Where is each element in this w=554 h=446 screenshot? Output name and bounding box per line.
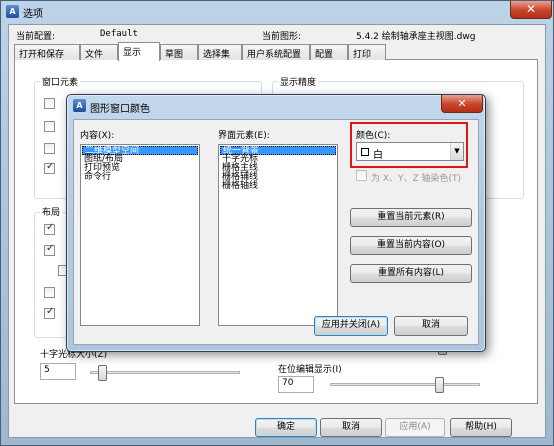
cancel-button[interactable]: 取消 [320, 418, 382, 437]
color-combobox[interactable]: 白 ▼ [356, 142, 464, 161]
tab-files[interactable]: 文件 [80, 44, 118, 60]
tab-user-preferences[interactable]: 用户系统配置 [242, 44, 310, 60]
current-drawing-value: 5.4.2 绘制轴承座主视图.dwg [356, 32, 476, 42]
inplace-edit-label: 在位编辑显示(I) [278, 365, 342, 375]
layout-option-checkbox[interactable] [44, 306, 55, 319]
cancel-button[interactable]: 取消 [394, 316, 468, 336]
close-icon[interactable]: ✕ [441, 95, 483, 113]
layout-elements-title: 布局 [40, 205, 63, 218]
current-profile-value: Default [100, 29, 138, 39]
tab-profiles[interactable]: 配置 [310, 44, 348, 60]
tab-drafting[interactable]: 草图 [160, 44, 198, 60]
inplace-edit-slider-thumb[interactable] [435, 377, 444, 393]
window-elements-title: 窗口元素 [40, 75, 81, 88]
crosshair-size-slider-track[interactable] [90, 371, 240, 374]
window-title: 选项 [23, 9, 43, 20]
list-item[interactable]: 命令行 [82, 173, 198, 182]
tint-xyz-checkbox[interactable] [356, 170, 367, 181]
chevron-down-icon[interactable]: ▼ [450, 143, 463, 160]
color-swatch [361, 148, 369, 156]
apply-button[interactable]: 应用(A) [385, 418, 445, 437]
tab-plot[interactable]: 打印 [348, 44, 386, 60]
window-option-checkbox[interactable] [44, 98, 55, 109]
layout-option-checkbox[interactable] [44, 243, 55, 256]
color-value: 白 [373, 150, 383, 161]
dialog-client-area: 内容(X): 二维模型空间 图纸/布局 打印预览 命令行 界面元素(E): 统一… [73, 119, 479, 345]
list-item[interactable]: 栅格轴线 [220, 182, 336, 191]
tint-xyz-label: 为 X、Y、Z 轴染色(T) [371, 174, 462, 184]
restore-all-contexts-button[interactable]: 重置所有内容(L) [350, 264, 472, 283]
layout-option-checkbox[interactable] [44, 287, 55, 298]
window-option-checkbox[interactable] [44, 121, 55, 132]
autocad-icon: A [6, 5, 19, 18]
crosshair-size-input[interactable]: 5 [40, 363, 76, 380]
layout-option-checkbox[interactable] [44, 222, 55, 235]
context-label: 内容(X): [80, 131, 115, 141]
inplace-edit-input[interactable]: 70 [278, 376, 314, 393]
restore-current-context-button[interactable]: 重置当前内容(O) [350, 236, 472, 255]
current-drawing-label: 当前图形: [262, 32, 302, 42]
context-listbox[interactable]: 二维模型空间 图纸/布局 打印预览 命令行 [80, 144, 200, 326]
tab-open-save[interactable]: 打开和保存 [14, 44, 80, 60]
dialog-title: 图形窗口颜色 [90, 104, 150, 115]
drawing-window-colors-dialog: A 图形窗口颜色 ✕ 内容(X): 二维模型空间 图纸/布局 打印预览 命令行 … [66, 94, 486, 352]
display-precision-title: 显示精度 [278, 75, 319, 88]
inplace-edit-slider-track[interactable] [330, 383, 480, 386]
help-button[interactable]: 帮助(H) [450, 418, 512, 437]
restore-current-element-button[interactable]: 重置当前元素(R) [350, 208, 472, 227]
tab-selection[interactable]: 选择集 [198, 44, 242, 60]
window-option-checkbox[interactable] [44, 161, 55, 174]
tab-display[interactable]: 显示 [118, 42, 160, 61]
close-icon[interactable]: ✕ [510, 1, 552, 19]
current-profile-label: 当前配置: [16, 32, 56, 42]
ok-button[interactable]: 确定 [255, 418, 317, 437]
autocad-icon: A [73, 99, 86, 112]
apply-and-close-button[interactable]: 应用并关闭(A) [314, 316, 388, 336]
interface-element-listbox[interactable]: 统一背景 十字光标 栅格主线 栅格辅线 栅格轴线 [218, 144, 338, 326]
crosshair-size-slider-thumb[interactable] [97, 365, 107, 381]
window-option-checkbox[interactable] [44, 143, 55, 154]
interface-element-label: 界面元素(E): [218, 131, 270, 141]
color-label: 颜色(C): [356, 131, 391, 141]
